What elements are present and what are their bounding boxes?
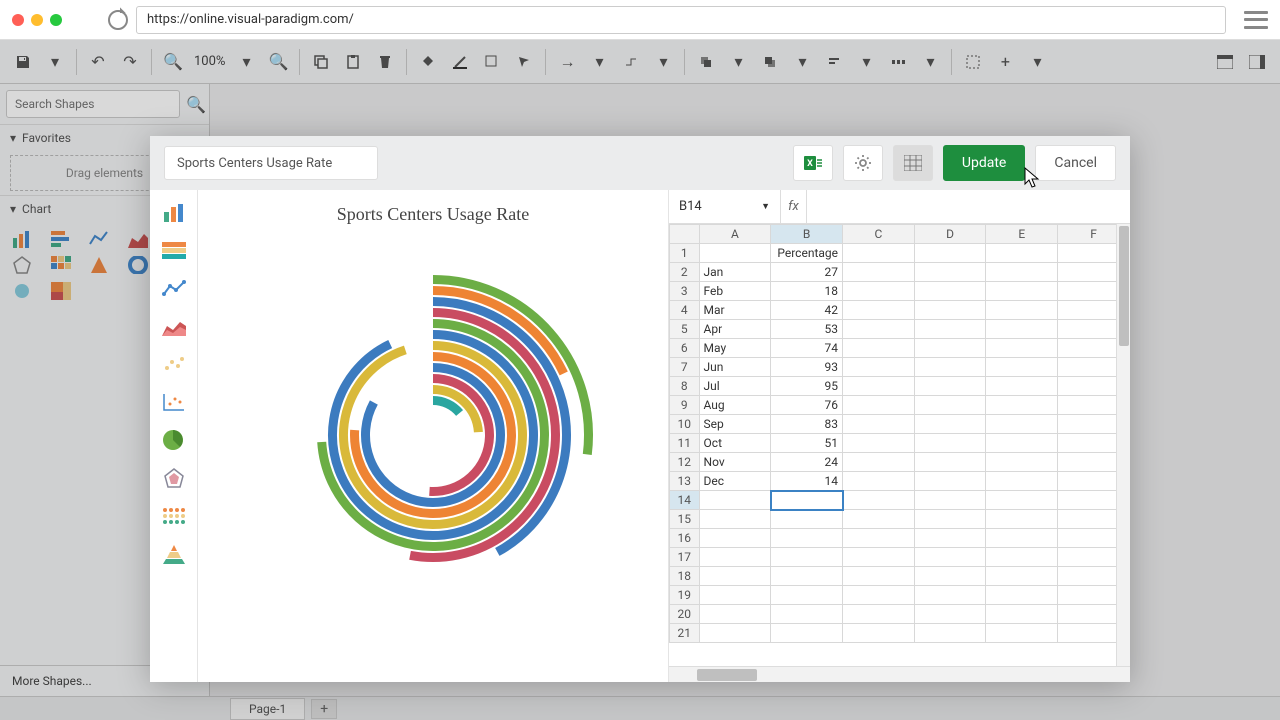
maximize-window[interactable] — [50, 14, 62, 26]
add-icon[interactable]: + — [990, 47, 1020, 77]
save-dropdown[interactable]: ▾ — [40, 47, 70, 77]
ct-dotmatrix-icon[interactable] — [160, 504, 188, 528]
ct-pyramid-icon[interactable] — [160, 542, 188, 566]
shadow-icon[interactable] — [477, 47, 507, 77]
panel1-icon[interactable] — [1210, 47, 1240, 77]
ct-area-icon[interactable] — [160, 314, 188, 338]
align-icon[interactable] — [819, 47, 849, 77]
chart-title-input[interactable] — [164, 146, 378, 180]
paste-icon[interactable] — [338, 47, 368, 77]
fill-icon[interactable] — [413, 47, 443, 77]
formula-input[interactable] — [807, 190, 1130, 223]
search-icon[interactable]: 🔍 — [186, 95, 206, 114]
bottom-bar: Page-1 + — [0, 696, 1280, 720]
front-icon[interactable] — [691, 47, 721, 77]
add-dd[interactable]: ▾ — [1022, 47, 1052, 77]
front-dd[interactable]: ▾ — [723, 47, 753, 77]
rose-icon[interactable] — [12, 282, 32, 300]
connector-dd[interactable]: ▾ — [584, 47, 614, 77]
ct-scatter-icon[interactable] — [160, 352, 188, 376]
sheet-vscrollbar[interactable] — [1116, 224, 1130, 666]
back-icon[interactable] — [755, 47, 785, 77]
undo-icon[interactable]: ↶ — [83, 47, 113, 77]
chart-edit-dialog: X Update Cancel Sports Centers Usage Rat… — [150, 136, 1130, 682]
area-chart-icon[interactable] — [128, 230, 148, 248]
stroke-icon[interactable] — [445, 47, 475, 77]
ct-stacked-icon[interactable] — [160, 238, 188, 262]
distribute-dd[interactable]: ▾ — [915, 47, 945, 77]
hbar-chart-icon[interactable] — [51, 230, 71, 248]
svg-text:X: X — [807, 159, 813, 169]
pyramid-icon[interactable] — [89, 256, 109, 274]
zoom-out-icon[interactable]: 🔍 — [158, 47, 188, 77]
line-chart-icon[interactable] — [89, 230, 109, 248]
ct-pie-icon[interactable] — [160, 428, 188, 452]
fx-label: fx — [781, 190, 807, 223]
panel2-icon[interactable] — [1242, 47, 1272, 77]
heatmap-icon[interactable] — [51, 256, 71, 274]
page-tab[interactable]: Page-1 — [230, 698, 305, 720]
chart-type-picker — [150, 190, 198, 682]
data-sheet-panel: B14▼ fx ABCDEF1Percentage2Jan273Feb184Ma… — [668, 190, 1130, 682]
cell-reference[interactable]: B14▼ — [669, 190, 781, 223]
back-dd[interactable]: ▾ — [787, 47, 817, 77]
zoom-dropdown[interactable]: ▾ — [231, 47, 261, 77]
radial-chart — [253, 255, 613, 615]
waypoint-dd[interactable]: ▾ — [648, 47, 678, 77]
grid-toggle-button[interactable] — [893, 145, 933, 181]
url-bar[interactable]: https://online.visual-paradigm.com/ — [136, 6, 1226, 34]
ct-radar-icon[interactable] — [160, 466, 188, 490]
zoom-level: 100% — [190, 54, 229, 69]
sheet-hscrollbar[interactable] — [669, 666, 1130, 682]
copy-icon[interactable] — [306, 47, 336, 77]
waypoint-icon[interactable] — [616, 47, 646, 77]
style-icon[interactable] — [509, 47, 539, 77]
add-page-button[interactable]: + — [311, 699, 337, 719]
distribute-icon[interactable] — [883, 47, 913, 77]
update-button[interactable]: Update — [943, 145, 1025, 181]
menu-icon[interactable] — [1244, 11, 1268, 29]
cancel-button[interactable]: Cancel — [1035, 145, 1116, 181]
donut-icon[interactable] — [128, 256, 148, 274]
sheet-grid[interactable]: ABCDEF1Percentage2Jan273Feb184Mar425Apr5… — [669, 224, 1130, 666]
ct-bar-icon[interactable] — [160, 200, 188, 224]
browser-bar: https://online.visual-paradigm.com/ — [0, 0, 1280, 40]
window-controls — [12, 14, 62, 26]
save-icon[interactable] — [8, 47, 38, 77]
select-icon[interactable] — [958, 47, 988, 77]
reload-icon[interactable] — [108, 10, 128, 30]
chart-preview: Sports Centers Usage Rate — [198, 190, 668, 682]
dialog-header: X Update Cancel — [150, 136, 1130, 190]
redo-icon[interactable]: ↷ — [115, 47, 145, 77]
minimize-window[interactable] — [31, 14, 43, 26]
connector-icon[interactable]: → — [552, 47, 582, 77]
treemap-icon[interactable] — [51, 282, 71, 300]
chart-title: Sports Centers Usage Rate — [337, 204, 529, 225]
radar-chart-icon[interactable] — [12, 256, 32, 274]
app-toolbar: ▾ ↶ ↷ 🔍 100% ▾ 🔍 → ▾ ▾ ▾ ▾ ▾ ▾ + ▾ — [0, 40, 1280, 84]
bar-chart-icon[interactable] — [12, 230, 32, 248]
excel-export-button[interactable]: X — [793, 145, 833, 181]
sheet-toolbar: B14▼ fx — [669, 190, 1130, 224]
search-shapes-input[interactable] — [6, 90, 180, 118]
zoom-in-icon[interactable]: 🔍 — [263, 47, 293, 77]
ct-scatter-axis-icon[interactable] — [160, 390, 188, 414]
delete-icon[interactable] — [370, 47, 400, 77]
align-dd[interactable]: ▾ — [851, 47, 881, 77]
close-window[interactable] — [12, 14, 24, 26]
settings-button[interactable] — [843, 145, 883, 181]
ct-line-icon[interactable] — [160, 276, 188, 300]
